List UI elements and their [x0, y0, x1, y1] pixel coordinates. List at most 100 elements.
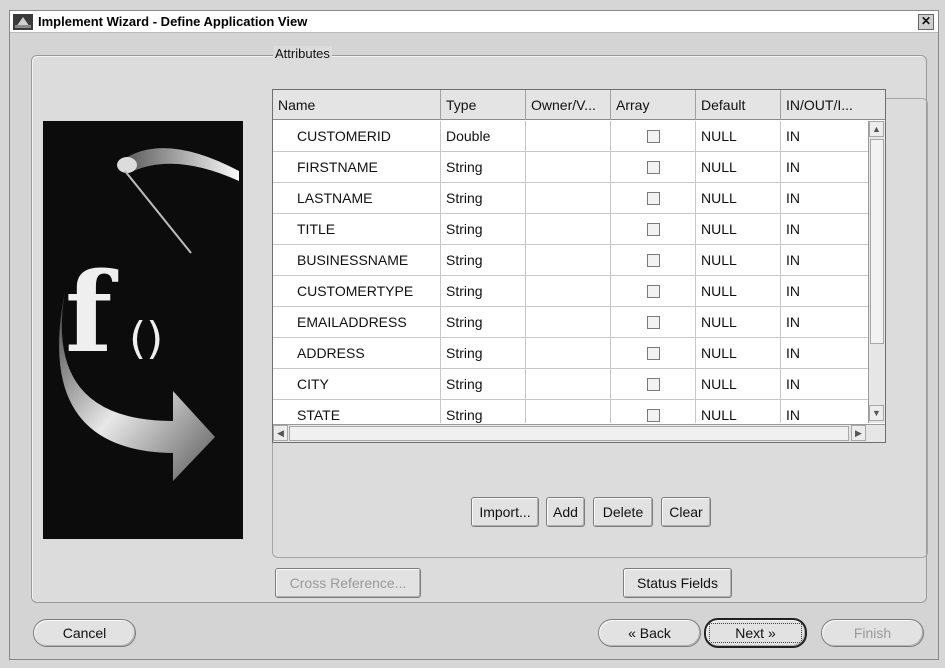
cell-type[interactable]: String: [441, 214, 526, 245]
finish-button[interactable]: Finish: [821, 619, 924, 647]
cell-name[interactable]: CUSTOMERTYPE: [273, 276, 441, 307]
cell-type[interactable]: String: [441, 276, 526, 307]
cell-array[interactable]: [611, 245, 696, 276]
cell-inout[interactable]: IN: [781, 121, 868, 152]
scroll-right-icon[interactable]: ▶: [851, 425, 866, 441]
table-row[interactable]: EMAILADDRESS String NULL IN: [273, 307, 868, 338]
array-checkbox[interactable]: [647, 409, 660, 422]
cancel-button[interactable]: Cancel: [33, 619, 136, 647]
column-header-type[interactable]: Type: [441, 90, 526, 120]
column-header-inout[interactable]: IN/OUT/I...: [781, 90, 885, 120]
cell-inout[interactable]: IN: [781, 307, 868, 338]
cell-inout[interactable]: IN: [781, 338, 868, 369]
cell-inout[interactable]: IN: [781, 276, 868, 307]
cell-owner[interactable]: [526, 121, 611, 152]
array-checkbox[interactable]: [647, 378, 660, 391]
cross-reference-button[interactable]: Cross Reference...: [275, 568, 421, 598]
table-row[interactable]: ADDRESS String NULL IN: [273, 338, 868, 369]
table-row[interactable]: BUSINESSNAME String NULL IN: [273, 245, 868, 276]
cell-type[interactable]: String: [441, 307, 526, 338]
back-button[interactable]: « Back: [598, 619, 701, 647]
delete-button[interactable]: Delete: [593, 497, 653, 527]
table-row[interactable]: STATE String NULL IN: [273, 400, 868, 423]
array-checkbox[interactable]: [647, 285, 660, 298]
column-header-owner[interactable]: Owner/V...: [526, 90, 611, 120]
cell-inout[interactable]: IN: [781, 369, 868, 400]
cell-type[interactable]: String: [441, 338, 526, 369]
cell-inout[interactable]: IN: [781, 245, 868, 276]
cell-type[interactable]: String: [441, 152, 526, 183]
cell-array[interactable]: [611, 214, 696, 245]
cell-name[interactable]: ADDRESS: [273, 338, 441, 369]
cell-name[interactable]: FIRSTNAME: [273, 152, 441, 183]
array-checkbox[interactable]: [647, 316, 660, 329]
cell-owner[interactable]: [526, 245, 611, 276]
cell-inout[interactable]: IN: [781, 214, 868, 245]
array-checkbox[interactable]: [647, 161, 660, 174]
table-row[interactable]: CUSTOMERID Double NULL IN: [273, 121, 868, 152]
cell-default[interactable]: NULL: [696, 400, 781, 423]
horizontal-scroll-thumb[interactable]: [289, 426, 849, 441]
add-button[interactable]: Add: [546, 497, 585, 527]
attributes-table[interactable]: Name Type Owner/V... Array Default IN/OU…: [272, 89, 886, 443]
next-button[interactable]: Next »: [704, 618, 807, 648]
cell-name[interactable]: TITLE: [273, 214, 441, 245]
cell-array[interactable]: [611, 152, 696, 183]
cell-owner[interactable]: [526, 183, 611, 214]
cell-type[interactable]: String: [441, 400, 526, 423]
cell-owner[interactable]: [526, 214, 611, 245]
cell-name[interactable]: EMAILADDRESS: [273, 307, 441, 338]
cell-name[interactable]: STATE: [273, 400, 441, 423]
cell-owner[interactable]: [526, 400, 611, 423]
cell-array[interactable]: [611, 369, 696, 400]
array-checkbox[interactable]: [647, 130, 660, 143]
cell-default[interactable]: NULL: [696, 121, 781, 152]
cell-default[interactable]: NULL: [696, 152, 781, 183]
horizontal-scrollbar[interactable]: ◀ ▶: [273, 424, 885, 442]
cell-default[interactable]: NULL: [696, 245, 781, 276]
cell-owner[interactable]: [526, 307, 611, 338]
cell-owner[interactable]: [526, 338, 611, 369]
cell-default[interactable]: NULL: [696, 338, 781, 369]
array-checkbox[interactable]: [647, 347, 660, 360]
cell-array[interactable]: [611, 276, 696, 307]
cell-type[interactable]: String: [441, 369, 526, 400]
cell-owner[interactable]: [526, 369, 611, 400]
cell-type[interactable]: Double: [441, 121, 526, 152]
cell-default[interactable]: NULL: [696, 276, 781, 307]
column-header-default[interactable]: Default: [696, 90, 781, 120]
column-header-array[interactable]: Array: [611, 90, 696, 120]
cell-name[interactable]: CITY: [273, 369, 441, 400]
table-row[interactable]: FIRSTNAME String NULL IN: [273, 152, 868, 183]
cell-array[interactable]: [611, 183, 696, 214]
clear-button[interactable]: Clear: [661, 497, 711, 527]
table-row[interactable]: CUSTOMERTYPE String NULL IN: [273, 276, 868, 307]
scroll-down-icon[interactable]: ▼: [869, 405, 884, 421]
cell-default[interactable]: NULL: [696, 183, 781, 214]
status-fields-button[interactable]: Status Fields: [623, 568, 732, 598]
cell-name[interactable]: CUSTOMERID: [273, 121, 441, 152]
vertical-scroll-thumb[interactable]: [870, 139, 884, 344]
array-checkbox[interactable]: [647, 223, 660, 236]
cell-inout[interactable]: IN: [781, 183, 868, 214]
table-row[interactable]: TITLE String NULL IN: [273, 214, 868, 245]
cell-array[interactable]: [611, 307, 696, 338]
cell-array[interactable]: [611, 338, 696, 369]
cell-default[interactable]: NULL: [696, 214, 781, 245]
cell-type[interactable]: String: [441, 245, 526, 276]
cell-type[interactable]: String: [441, 183, 526, 214]
cell-name[interactable]: BUSINESSNAME: [273, 245, 441, 276]
vertical-scrollbar[interactable]: ▲ ▼: [868, 121, 885, 423]
close-icon[interactable]: ✕: [918, 14, 934, 30]
cell-inout[interactable]: IN: [781, 152, 868, 183]
cell-array[interactable]: [611, 121, 696, 152]
table-row[interactable]: CITY String NULL IN: [273, 369, 868, 400]
cell-owner[interactable]: [526, 152, 611, 183]
cell-array[interactable]: [611, 400, 696, 423]
cell-inout[interactable]: IN: [781, 400, 868, 423]
table-row[interactable]: LASTNAME String NULL IN: [273, 183, 868, 214]
cell-owner[interactable]: [526, 276, 611, 307]
array-checkbox[interactable]: [647, 192, 660, 205]
import-button[interactable]: Import...: [471, 497, 539, 527]
cell-default[interactable]: NULL: [696, 307, 781, 338]
